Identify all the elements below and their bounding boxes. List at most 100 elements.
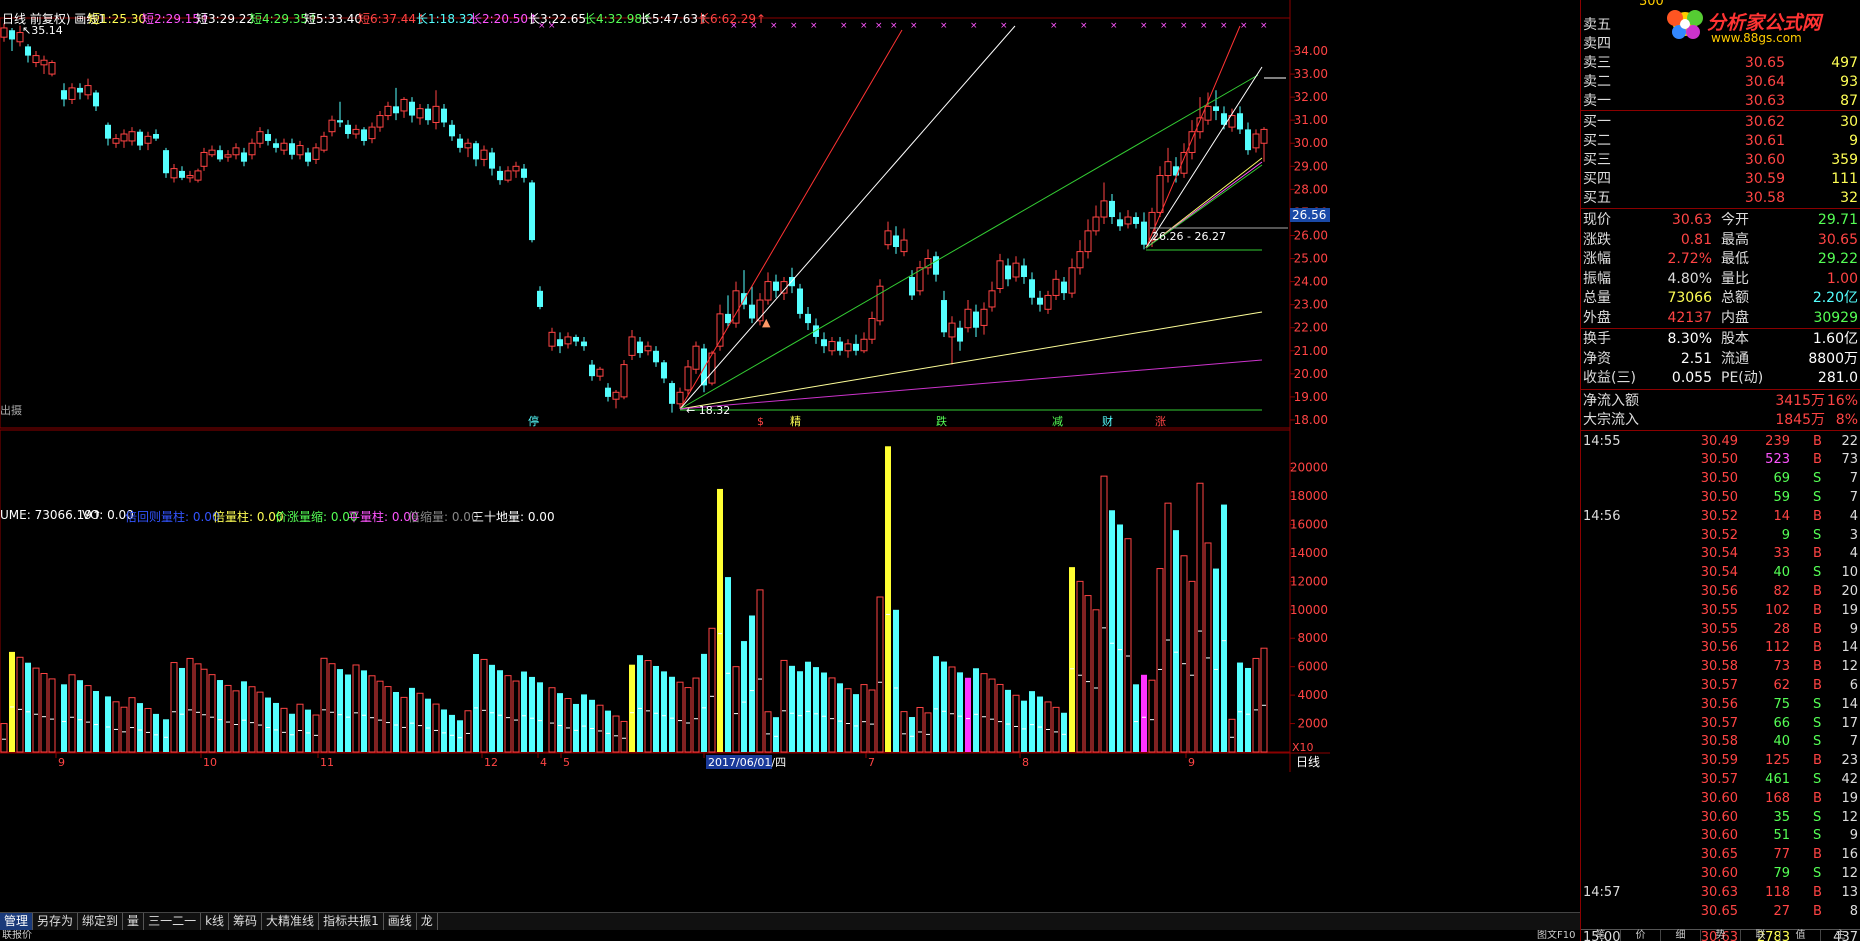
volume-bar: [153, 713, 159, 752]
fund-value: 0.055: [1671, 370, 1712, 386]
quote-tab-0[interactable]: 笔: [1581, 930, 1621, 941]
bottom-tab-3[interactable]: 量: [123, 913, 145, 930]
volume-bar-up: [248, 686, 256, 753]
volume-bar-up: [208, 674, 216, 753]
candle-body-down: [1141, 221, 1147, 245]
volume-bar: [725, 577, 731, 752]
kline-chart-svg[interactable]: 34.0033.0032.0031.0030.0029.0028.0027.00…: [0, 0, 1580, 912]
volume-bar: [557, 693, 563, 752]
candle-body-down: [941, 300, 947, 333]
bottom-tab-2[interactable]: 绑定到: [78, 913, 124, 930]
date-label: 2017/06/01/四: [708, 756, 786, 769]
volume-bar: [589, 699, 595, 752]
tick-direction: S: [1813, 734, 1822, 750]
stat-label: 最低: [1721, 251, 1749, 267]
bottom-tab-10[interactable]: 龙: [417, 913, 438, 930]
volume-bar: [629, 664, 635, 752]
bottom-tab-7[interactable]: 大精准线: [262, 913, 320, 930]
tick-price: 30.55: [1700, 621, 1738, 637]
sell-level-label: 卖五: [1583, 17, 1611, 33]
event-marker: 跌: [936, 414, 947, 428]
volume-bar: [941, 661, 947, 752]
tick-direction: B: [1813, 903, 1822, 919]
sell-level-label: 卖四: [1583, 36, 1611, 52]
site-logo: 分析家公式网 www.88gs.com: [1651, 0, 1860, 48]
bottom-tab-1[interactable]: 另存为: [33, 913, 79, 930]
bottom-tab-0[interactable]: 管理: [0, 913, 34, 930]
bottom-tab-6[interactable]: 筹码: [229, 913, 263, 930]
signal-x-icon: ×: [970, 21, 978, 31]
buy-level-volume: 32: [1840, 190, 1858, 206]
quote-tab-bar: 笔价细势联值主: [1581, 929, 1860, 941]
signal-x-icon: ×: [875, 21, 883, 31]
signal-x-icon: ×: [1200, 21, 1208, 31]
volume-bar: [1005, 689, 1011, 752]
stat-label: 今开: [1721, 212, 1749, 228]
tick-price: 30.52: [1700, 527, 1738, 543]
quote-tab-5[interactable]: 值: [1781, 930, 1821, 941]
tick-volume: 461: [1765, 771, 1790, 787]
candle-body-up: [1052, 278, 1060, 296]
tick-price: 30.57: [1700, 771, 1738, 787]
candle-body-down: [25, 46, 31, 56]
quote-tab-6[interactable]: 主: [1821, 930, 1860, 941]
f10-link[interactable]: 图文F10: [1537, 930, 1575, 941]
date-label: 12: [484, 756, 498, 769]
tick-count: 7: [1849, 471, 1858, 487]
volume-bar-up: [112, 701, 120, 753]
fund-value: 8.30%: [1667, 331, 1712, 347]
volume-bar: [717, 488, 723, 752]
tick-time: 14:57: [1583, 884, 1621, 900]
volume-bar: [957, 672, 963, 752]
quote-tab-4[interactable]: 联: [1741, 930, 1781, 941]
sell-level-price: 30.65: [1744, 55, 1785, 71]
bottom-tab-9[interactable]: 画线: [384, 913, 417, 930]
candle-body-up: [84, 85, 92, 96]
tick-count: 20: [1841, 583, 1858, 599]
candle-body-up: [194, 170, 202, 181]
volume-bar: [605, 710, 611, 752]
volume-bar: [9, 651, 15, 752]
tick-direction: B: [1813, 640, 1822, 656]
sell-level-label: 卖一: [1583, 93, 1611, 109]
tick-volume: 40: [1773, 565, 1790, 581]
candle-body-down: [637, 341, 643, 354]
flow-label: 净流入额: [1583, 392, 1639, 409]
volume-tick-label: 10000: [1290, 603, 1328, 617]
fund-label: 股本: [1721, 331, 1749, 347]
flow-percent: 16%: [1826, 392, 1858, 409]
candle-body-down: [497, 170, 503, 181]
candle-body-up: [868, 317, 876, 340]
tick-volume: 69: [1773, 471, 1790, 487]
candle-body-up: [1252, 133, 1260, 149]
volume-bar: [773, 717, 779, 752]
volume-bar-up: [1084, 595, 1092, 753]
volume-bar: [457, 720, 463, 752]
candle-body-up: [144, 135, 152, 144]
volume-bar-up: [780, 659, 788, 753]
volume-bar-up: [32, 667, 40, 753]
candle-body-down: [345, 124, 351, 135]
signal-x-icon: ×: [1050, 21, 1058, 31]
signal-x-icon: ×: [860, 21, 868, 31]
bottom-tab-4[interactable]: 三一二一: [144, 913, 202, 930]
flow-percent: 8%: [1835, 411, 1858, 428]
candle-body-up: [68, 87, 76, 100]
bottom-tab-8[interactable]: 指标共振1: [319, 913, 384, 930]
quote-tab-2[interactable]: 细: [1661, 930, 1701, 941]
logo-url: www.88gs.com: [1711, 31, 1802, 45]
quote-tab-3[interactable]: 势: [1701, 930, 1741, 941]
indicator-0: 短1:25.30: [88, 12, 147, 26]
volume-bar: [837, 683, 843, 752]
panel-divider: [1581, 328, 1860, 329]
quote-tab-1[interactable]: 价: [1621, 930, 1661, 941]
kline-chart-area[interactable]: 34.0033.0032.0031.0030.0029.0028.0027.00…: [0, 0, 1580, 941]
tick-direction: B: [1813, 659, 1822, 675]
candle-body-up: [1100, 200, 1108, 218]
buy-level-label: 买五: [1583, 190, 1611, 206]
volume-bar-up: [980, 673, 988, 753]
volume-bar: [741, 641, 747, 752]
bottom-tab-5[interactable]: k线: [201, 913, 230, 930]
date-label: 11: [320, 756, 334, 769]
volume-bar-up: [1100, 475, 1108, 753]
